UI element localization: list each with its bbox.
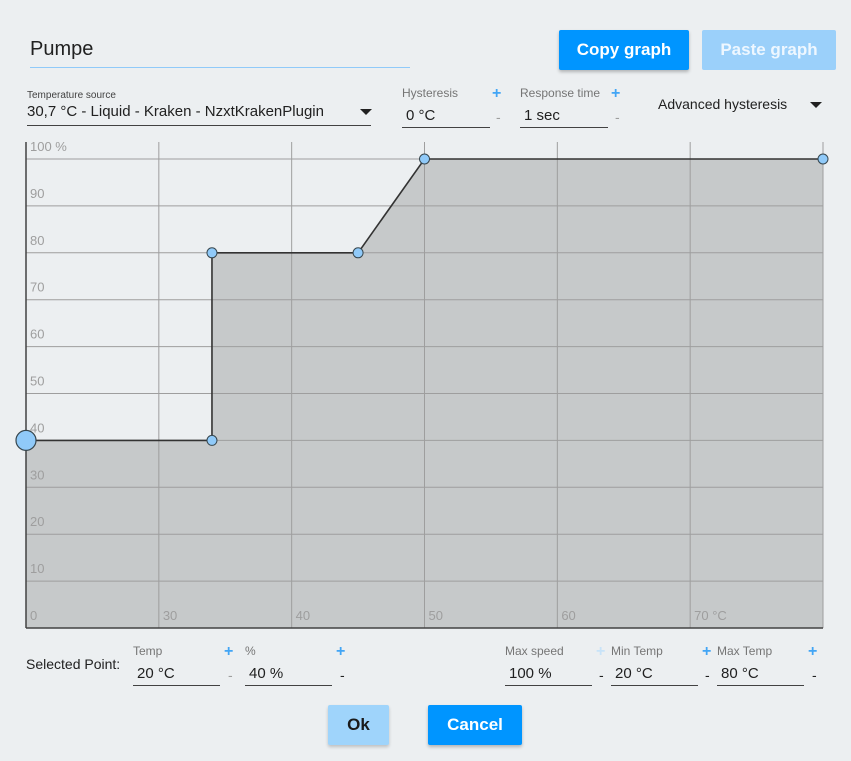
percent-plus-button[interactable]: + <box>336 644 345 660</box>
temp-underline <box>133 685 220 686</box>
y-tick-label: 10 <box>30 561 44 576</box>
y-tick-label: 20 <box>30 514 44 529</box>
temp-label: Temp <box>133 644 163 658</box>
max-speed-input[interactable]: 100 % <box>509 665 552 682</box>
x-tick-label: 40 <box>296 608 310 623</box>
percent-underline <box>245 685 332 686</box>
min-temp-minus-button[interactable]: - <box>705 668 710 682</box>
max-speed-minus-button[interactable]: - <box>599 668 604 682</box>
min-temp-plus-button[interactable]: + <box>702 644 711 660</box>
min-temp-label: Min Temp <box>611 644 663 658</box>
x-tick-label: 50 <box>429 608 443 623</box>
ok-button[interactable]: Ok <box>328 705 389 745</box>
temp-minus-button[interactable]: - <box>228 668 233 682</box>
y-tick-label: 70 <box>30 280 44 295</box>
y-tick-label: 60 <box>30 327 44 342</box>
curve-point[interactable] <box>206 434 218 446</box>
max-temp-label: Max Temp <box>717 644 773 658</box>
percent-input[interactable]: 40 % <box>249 665 283 682</box>
cancel-button[interactable]: Cancel <box>428 705 522 745</box>
x-tick-label: 30 <box>163 608 177 623</box>
y-tick-label: 30 <box>30 467 44 482</box>
max-temp-plus-button[interactable]: + <box>808 644 817 660</box>
x-tick-label: 60 <box>561 608 575 623</box>
y-tick-label: 90 <box>30 186 44 201</box>
percent-label: % <box>245 644 256 658</box>
temp-plus-button[interactable]: + <box>224 644 233 660</box>
selected-curve-point[interactable] <box>15 429 37 451</box>
curve-point[interactable] <box>206 247 218 259</box>
max-speed-underline <box>505 685 592 686</box>
x-tick-label: 70 °C <box>694 608 727 623</box>
y-tick-label: 80 <box>30 233 44 248</box>
curve-point[interactable] <box>817 153 829 165</box>
y-tick-label: 100 % <box>30 139 67 154</box>
selected-point-label: Selected Point: <box>26 656 121 672</box>
max-speed-label: Max speed <box>505 644 564 658</box>
max-speed-plus-button[interactable]: + <box>596 644 605 660</box>
percent-minus-button[interactable]: - <box>340 668 345 682</box>
max-temp-minus-button[interactable]: - <box>812 668 817 682</box>
curve-point[interactable] <box>352 247 364 259</box>
min-temp-underline <box>611 685 698 686</box>
curve-point[interactable] <box>419 153 430 165</box>
min-temp-input[interactable]: 20 °C <box>615 665 653 682</box>
x-tick-label: 0 <box>30 608 37 623</box>
max-temp-underline <box>717 685 804 686</box>
temp-input[interactable]: 20 °C <box>137 665 175 682</box>
max-temp-input[interactable]: 80 °C <box>721 665 759 682</box>
y-tick-label: 50 <box>30 374 44 389</box>
